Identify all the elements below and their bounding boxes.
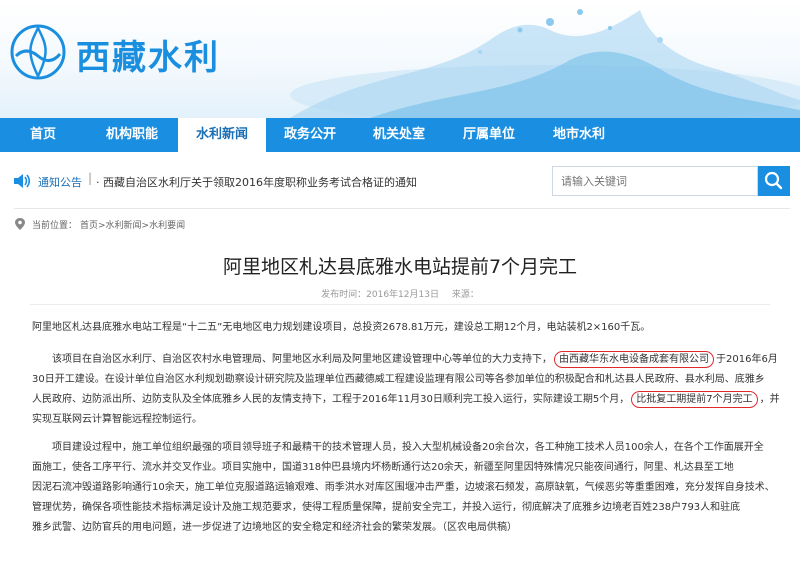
paragraph-line: 雅乡武警、边防官兵的用电问题，进一步促进了边境地区的安全稳定和经济社会的繁荣发展… <box>32 522 517 533</box>
text-segment: 于2016年6月 <box>716 354 778 365</box>
text-segment: 人民政府、边防派出所、边防支队及全体底雅乡人民的友情支持下，工程于2016年11… <box>32 394 630 405</box>
site-title[interactable]: 西藏水利 <box>76 30 220 79</box>
article-paragraph-1: 阿里地区札达县底雅水电站工程是“十二五”无电地区电力规划建设项目，总投资2678… <box>32 318 788 338</box>
highlighted-early-completion: 比批复工期提前7个月完工 <box>631 391 758 408</box>
paragraph-line: 30日开工建设。在设计单位自治区水利规划勘察设计研究院及监理单位西藏德威工程建设… <box>32 374 765 385</box>
paragraph-line: 阿里地区札达县底雅水电站工程是“十二五”无电地区电力规划建设项目，总投资2678… <box>32 322 651 333</box>
paragraph-line: 项目建设过程中，施工单位组织最强的项目领导班子和最精干的技术管理人员，投入大型机… <box>52 442 764 453</box>
water-splash-banner <box>290 9 800 118</box>
paragraph-line: 管理优势，确保各项性能技术指标满足设计及施工规范要求，使得工程质量保障，提前安全… <box>32 502 741 513</box>
breadcrumb-label: 当前位置： <box>32 221 78 231</box>
article-source: 来源： <box>451 290 479 300</box>
notice-label: 通知公告 <box>38 176 82 189</box>
paragraph-line: 该项目在自治区水利厅、自治区农村水电管理局、阿里地区水利局及阿里地区建设管理中心… <box>32 350 788 370</box>
notice-divider: | <box>88 171 93 185</box>
main-nav: 首页 机构职能 水利新闻 政务公开 机关处室 厅属单位 地市水利 <box>0 118 800 152</box>
search-button[interactable] <box>758 166 790 196</box>
paragraph-line: 因泥石流冲毁道路影响通行10余天，施工单位克服道路运输艰难、雨季洪水对库区围堰冲… <box>32 482 775 493</box>
nav-item-home[interactable]: 首页 <box>0 118 86 152</box>
highlighted-company: 由西藏华东水电设备成套有限公司 <box>554 351 714 368</box>
text-segment: ，并 <box>759 394 780 405</box>
nav-item-functions[interactable]: 机构职能 <box>86 118 178 152</box>
article-meta: 发布时间：2016年12月13日 来源： <box>0 287 800 300</box>
search-input[interactable] <box>552 166 758 196</box>
paragraph-line: 实现互联网云计算智能远程控制运行。 <box>32 414 202 425</box>
meta-divider <box>30 304 770 305</box>
paragraph-line: 人民政府、边防派出所、边防支队及全体底雅乡人民的友情支持下，工程于2016年11… <box>32 390 788 410</box>
content-divider <box>14 208 790 209</box>
site-header: 西藏水利 <box>0 0 800 118</box>
paragraph-line: 面施工，使各工序平行、流水并交叉作业。项目实施中，国道318仲巴县境内坏杨断通行… <box>32 462 734 473</box>
speaker-icon <box>14 174 31 188</box>
water-drop-logo-icon[interactable] <box>8 22 68 82</box>
nav-item-departments[interactable]: 机关处室 <box>354 118 444 152</box>
nav-item-local-water[interactable]: 地市水利 <box>534 118 624 152</box>
search-icon <box>764 171 783 190</box>
article-title: 阿里地区札达县底雅水电站提前7个月完工 <box>222 256 578 278</box>
publish-date: 发布时间：2016年12月13日 <box>321 290 439 300</box>
text-segment: 该项目在自治区水利厅、自治区农村水电管理局、阿里地区水利局及阿里地区建设管理中心… <box>52 354 552 365</box>
breadcrumb[interactable]: 首页>水利新闻>水利要闻 <box>80 218 185 231</box>
nav-item-news[interactable]: 水利新闻 <box>178 118 266 152</box>
article-paragraph-3: 项目建设过程中，施工单位组织最强的项目领导班子和最精干的技术管理人员，投入大型机… <box>32 438 788 538</box>
article-paragraph-2: 该项目在自治区水利厅、自治区农村水电管理局、阿里地区水利局及阿里地区建设管理中心… <box>32 350 788 430</box>
notice-link[interactable]: · 西藏自治区水利厅关于领取2016年度职称业务考试合格证的通知 <box>96 174 417 190</box>
nav-item-affiliated-units[interactable]: 厅属单位 <box>444 118 534 152</box>
nav-item-gov-affairs[interactable]: 政务公开 <box>266 118 354 152</box>
location-pin-icon <box>15 218 25 230</box>
